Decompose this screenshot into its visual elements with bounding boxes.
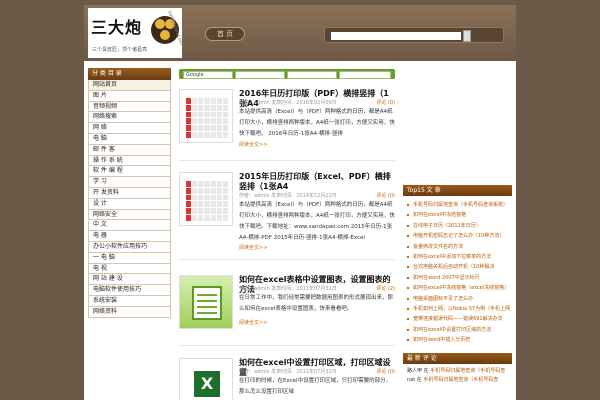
tab-2[interactable]: [235, 71, 285, 79]
category-item[interactable]: 中 文: [88, 220, 171, 232]
right-sidebar: Top15 文 章 手机号码归属地查询（手机号码查询系统） 如何在excel中冻结…: [403, 185, 512, 385]
top-article-link[interactable]: 批量修改文件名的方法: [403, 242, 512, 252]
logo-tagline: 三个臭皮匠，顶个诸葛亮: [92, 47, 148, 53]
post-excerpt: 在日常工作中，我们经常需要把数据用图表的形式展现出来，那么如何在excel表格中…: [239, 295, 394, 312]
post-excerpt: 本站提供高清（Excel）与（PDF）两种格式的日历，都是A4纸打印大小，横排竖…: [239, 202, 395, 241]
top-article-link[interactable]: 在线电子日历（2011年日历）: [403, 221, 512, 231]
top-article-link[interactable]: 电脑桌面图标不见了怎么办: [403, 294, 512, 304]
divider: [179, 259, 395, 260]
search-box: [324, 27, 504, 43]
post-excerpt: 在打印的时候，在Excel中设置打印区域，只打印需要的部分，那么怎么设置打印区域: [239, 378, 392, 395]
read-more-link[interactable]: 阅读全文>>: [239, 319, 267, 326]
top-article-link[interactable]: 如何在word 2007中显示标尺: [403, 273, 512, 283]
post-meta: 作者：admin 发表时间：2011年07月31日: [239, 286, 337, 292]
category-item[interactable]: 系统安装: [88, 295, 171, 307]
logo-text: 三大炮: [91, 18, 143, 37]
tab-4[interactable]: [339, 71, 391, 79]
tab-3[interactable]: [287, 71, 337, 79]
divider: [179, 160, 395, 161]
comment-count[interactable]: 评论 (0): [376, 368, 395, 375]
excel-icon: X: [194, 371, 220, 397]
comment-count[interactable]: 评论 (0): [376, 192, 395, 199]
category-item[interactable]: 网 络: [88, 123, 171, 134]
category-item[interactable]: 电 视: [88, 263, 171, 275]
top-article-link[interactable]: 手机如何上网，以Nokia S7为例（手机上网: [403, 304, 512, 314]
post-thumbnail[interactable]: [179, 89, 233, 143]
category-item[interactable]: 邮 件 客: [88, 144, 171, 156]
top15-list: 手机号码归属地查询（手机号码查询系统） 如何在excel中冻结窗格 在线电子日历（2…: [403, 196, 512, 345]
read-more-link[interactable]: 阅读全文>>: [239, 244, 267, 251]
post-meta: 作者：admin 发表时间：2014年12月21日: [239, 193, 337, 199]
read-more-link[interactable]: 阅读全文>>: [239, 141, 267, 148]
category-item[interactable]: 网络资料: [88, 306, 171, 318]
top-article-link[interactable]: 如何在excel中冻结窗格（excel冻结窗格）: [403, 283, 512, 293]
post-item: 2016年日历打印版（PDF）横排竖排（1张A4 作者：admin 发表时间：2…: [179, 89, 395, 155]
recent-comment: nat 在 手机号码归属地查询（手机号码查: [403, 376, 512, 385]
category-item[interactable]: 设 计: [88, 198, 171, 210]
category-title: 分 类 目 录: [88, 68, 171, 80]
site-logo[interactable]: 三大炮 三个臭皮匠，顶个诸葛亮 sandapao.com: [88, 8, 185, 58]
post-title[interactable]: 2015年日历打印版（Excel、PDF）横排竖排（1张A4: [239, 172, 395, 192]
category-sidebar: 分 类 目 录 网站首页图 片音频视频 网络搜索网 络电 脑邮 件 客操 作 系 …: [88, 68, 171, 318]
category-item[interactable]: 电 脑: [88, 133, 171, 145]
post-thumbnail[interactable]: X: [179, 358, 233, 400]
category-item[interactable]: 音频视频: [88, 101, 171, 113]
recent-comments-title: 最 新 评 论: [403, 353, 512, 365]
top-article-link[interactable]: 宽带连接错误代码——错误691解决办法: [403, 314, 512, 324]
category-item[interactable]: 一 电 脑: [88, 252, 171, 264]
category-item[interactable]: 网络搜索: [88, 112, 171, 124]
search-button[interactable]: [463, 30, 471, 42]
post-item: 2015年日历打印版（Excel、PDF）横排竖排（1张A4 作者：admin …: [179, 172, 395, 251]
home-button[interactable]: 首 页: [205, 27, 245, 41]
post-meta: 作者：admin 发表时间：2011年07月31日: [239, 369, 337, 375]
top-article-link[interactable]: 如何在excel中设置打印区域的方法: [403, 325, 512, 335]
calendar-icon: [186, 98, 228, 138]
spreadsheet-icon: [192, 286, 222, 320]
top-article-link[interactable]: 如何在excel中添加下拉菜单的方法: [403, 252, 512, 262]
category-item[interactable]: 操 作 系 统: [88, 155, 171, 167]
tab-google[interactable]: Google: [183, 71, 233, 79]
post-thumbnail[interactable]: [179, 172, 233, 226]
category-item[interactable]: 学 习: [88, 177, 171, 188]
page: 三大炮 三个臭皮匠，顶个诸葛亮 sandapao.com 首 页 分 类 目 录…: [84, 5, 516, 400]
category-item[interactable]: 图 片: [88, 90, 171, 102]
category-item[interactable]: 办公小软件应用技巧: [88, 241, 171, 253]
top-article-link[interactable]: 电脑开机密码忘记了怎么办（10种方法）: [403, 231, 512, 241]
category-item[interactable]: 电脑软件使用技巧: [88, 285, 171, 296]
header: 三大炮 三个臭皮匠，顶个诸葛亮 sandapao.com 首 页: [84, 5, 516, 61]
calendar-icon: [186, 181, 228, 221]
comment-author: nat 在: [407, 377, 422, 384]
recent-comment: 路人甲 在 手机号码归属地查询（手机号码查: [403, 367, 512, 376]
top-article-link[interactable]: 手机号码归属地查询（手机号码查询系统）: [403, 200, 512, 210]
category-item[interactable]: 开 发资料: [88, 187, 171, 199]
top-article-link[interactable]: 如何在excel中冻结窗格: [403, 210, 512, 220]
top-article-link[interactable]: 台式电脑关机后自动开机（10种解决: [403, 262, 512, 272]
top15-title: Top15 文 章: [403, 185, 512, 196]
post-item: 如何在excel表格中设置图表，设置图表的方法 作者：admin 发表时间：20…: [179, 275, 395, 335]
comment-count[interactable]: 评论 (0): [376, 99, 395, 106]
search-tabs: Google: [179, 69, 395, 79]
comment-author: 路人甲 在: [407, 368, 429, 375]
top-article-link[interactable]: 如何在word中插入分页符: [403, 335, 512, 345]
category-item[interactable]: 网站首页: [88, 80, 171, 91]
search-input[interactable]: [331, 32, 461, 40]
post-item: X 如何在excel中设置打印区域，打印区域设置 作者：admin 发表时间：2…: [179, 358, 395, 400]
category-item[interactable]: 网络安全: [88, 209, 171, 221]
post-meta: 作者：admin 发表时间：2016年02月09日: [239, 100, 337, 106]
category-item[interactable]: 网 站 建 设: [88, 274, 171, 286]
recent-comments-list: 路人甲 在 手机号码归属地查询（手机号码查 nat 在 手机号码归属地查询（手机号…: [403, 364, 512, 385]
comment-count[interactable]: 评论 (2): [376, 285, 395, 292]
post-thumbnail[interactable]: [179, 275, 233, 329]
category-item[interactable]: 软 件 编 程: [88, 166, 171, 178]
divider: [179, 345, 395, 346]
category-item[interactable]: 电 器: [88, 231, 171, 242]
post-excerpt: 本站提供高清（Excel）与（PDF）两种格式的日历，都是A4纸打印大小，横排竖…: [239, 109, 395, 137]
comment-post-link[interactable]: 手机号码归属地查询（手机号码查: [423, 377, 498, 383]
comment-post-link[interactable]: 手机号码归属地查询（手机号码查: [430, 368, 505, 374]
